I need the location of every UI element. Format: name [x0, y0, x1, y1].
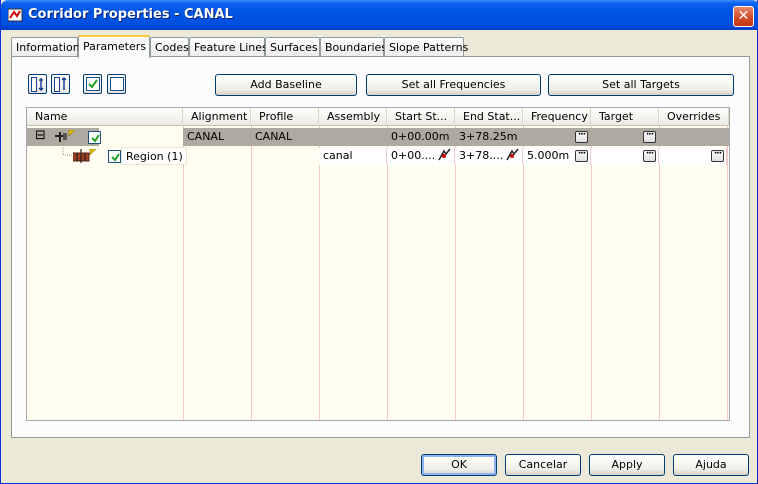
baseline-start-station-cell: 0+00.00m: [391, 130, 450, 143]
check-all-icon: [86, 77, 100, 91]
check-icon: [111, 153, 120, 162]
region-icon: [73, 149, 97, 163]
uncheck-all-button[interactable]: [107, 74, 126, 94]
column-header-target[interactable]: Target: [591, 108, 659, 126]
check-icon: [91, 134, 100, 143]
column-divider: [659, 126, 660, 420]
column-divider: [591, 126, 592, 420]
region-target-ellipsis-button[interactable]: ···: [643, 150, 656, 162]
tab-surfaces[interactable]: Surfaces: [265, 37, 320, 57]
title-bar[interactable]: Corridor Properties - CANAL ✕: [1, 0, 758, 30]
region-assembly-cell: canal: [323, 149, 353, 162]
set-all-targets-button[interactable]: Set all Targets: [548, 74, 734, 96]
baseline-icon: [55, 130, 76, 142]
column-divider: [387, 126, 388, 420]
column-divider: [319, 126, 320, 420]
table-row-baseline[interactable]: ⊟ CANAL CANAL 0+00.00m 3+78.25m ··· ···: [27, 128, 729, 146]
baseline-profile-cell: CANAL: [255, 130, 293, 143]
region-frequency-cell: 5.000m: [527, 149, 570, 162]
help-button[interactable]: Ajuda: [673, 454, 749, 476]
column-divider: [455, 126, 456, 420]
check-all-button[interactable]: [83, 74, 102, 94]
cancel-button[interactable]: Cancelar: [505, 454, 581, 476]
column-header-assembly[interactable]: Assembly: [319, 108, 387, 126]
baseline-target-ellipsis-button[interactable]: ···: [643, 131, 656, 143]
baselines-grid: Name Alignment Profile Assembly Start St…: [26, 107, 730, 421]
tab-feature-lines[interactable]: Feature Lines: [189, 37, 268, 57]
column-divider: [727, 126, 728, 420]
baseline-checkbox[interactable]: [88, 131, 101, 144]
column-divider: [251, 126, 252, 420]
column-divider: [523, 126, 524, 420]
window-title: Corridor Properties - CANAL: [28, 7, 233, 22]
tab-boundaries[interactable]: Boundaries: [320, 37, 387, 57]
corridor-properties-window: Corridor Properties - CANAL ✕ Informatio…: [0, 0, 758, 484]
region-frequency-ellipsis-button[interactable]: ···: [575, 150, 588, 162]
tab-slope-patterns[interactable]: Slope Patterns: [384, 37, 468, 57]
baseline-name-cell: [99, 128, 183, 146]
tab-information[interactable]: Information: [11, 37, 80, 57]
column-divider: [183, 126, 184, 420]
column-header-alignment[interactable]: Alignment: [183, 108, 251, 126]
pick-station-icon[interactable]: [437, 148, 452, 163]
expand-tree-icon: [31, 77, 44, 92]
pick-station-icon[interactable]: [505, 148, 520, 163]
corridor-icon: [8, 8, 23, 22]
region-overrides-ellipsis-button[interactable]: ···: [711, 150, 724, 162]
uncheck-all-icon: [110, 77, 124, 91]
column-header-start-station[interactable]: Start St...: [387, 108, 455, 126]
baseline-frequency-ellipsis-button[interactable]: ···: [575, 131, 588, 143]
tab-parameters[interactable]: Parameters: [78, 35, 150, 58]
column-header-frequency[interactable]: Frequency: [523, 108, 591, 126]
apply-button[interactable]: Apply: [589, 454, 665, 476]
tab-codes[interactable]: Codes: [150, 37, 189, 57]
column-header-name[interactable]: Name: [27, 108, 183, 126]
region-checkbox[interactable]: [108, 150, 121, 163]
baseline-end-station-cell: 3+78.25m: [459, 130, 518, 143]
close-button[interactable]: ✕: [733, 6, 754, 27]
column-header-end-station[interactable]: End Stat...: [455, 108, 523, 126]
region-start-station-cell: 0+00....: [391, 149, 436, 162]
region-name-cell: Region (1): [121, 147, 187, 165]
column-header-profile[interactable]: Profile: [251, 108, 319, 126]
table-row-region[interactable]: Region (1) canal 0+00.... 3+78.... 5.000…: [27, 147, 729, 166]
column-header-overrides[interactable]: Overrides: [659, 108, 729, 126]
expand-all-button[interactable]: [28, 74, 47, 94]
collapse-tree-icon: [54, 77, 67, 92]
ok-button[interactable]: OK: [421, 454, 497, 476]
grid-header: Name Alignment Profile Assembly Start St…: [27, 108, 729, 126]
baseline-alignment-cell: CANAL: [187, 130, 225, 143]
collapse-toggle[interactable]: ⊟: [35, 129, 46, 143]
collapse-all-button[interactable]: [51, 74, 70, 94]
region-end-station-cell: 3+78....: [459, 149, 504, 162]
set-all-frequencies-button[interactable]: Set all Frequencies: [366, 74, 541, 96]
add-baseline-button[interactable]: Add Baseline: [215, 74, 357, 96]
